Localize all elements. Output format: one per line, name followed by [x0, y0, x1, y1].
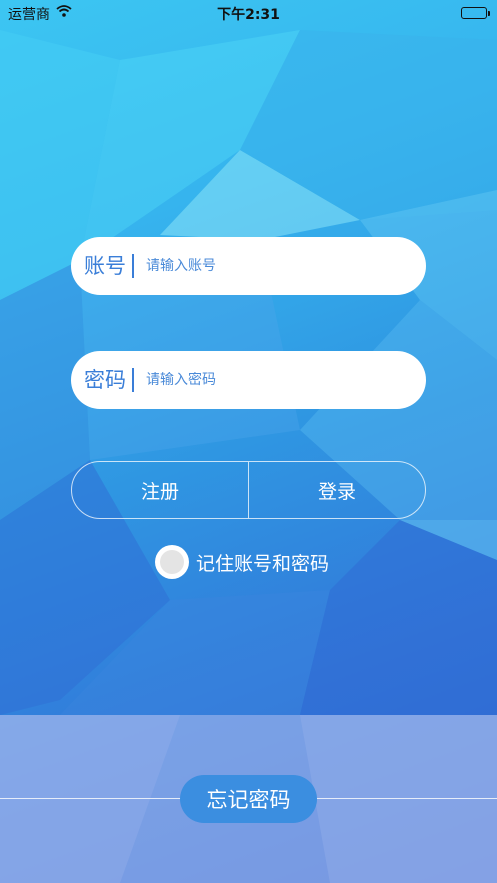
password-input[interactable]: [146, 372, 396, 388]
remember-checkbox[interactable]: [155, 545, 189, 579]
status-bar: 运营商 下午2:31: [0, 0, 497, 26]
remember-label: 记住账号和密码: [196, 552, 330, 575]
password-label: 密码: [84, 368, 134, 392]
account-field[interactable]: 账号: [71, 237, 426, 295]
register-button[interactable]: 注册: [72, 462, 248, 518]
account-label: 账号: [84, 254, 134, 278]
forgot-password-button[interactable]: 忘记密码: [180, 775, 317, 823]
clock: 下午2:31: [217, 7, 280, 23]
login-button[interactable]: 登录: [249, 462, 425, 518]
battery-icon: [461, 7, 490, 19]
account-input[interactable]: [146, 258, 396, 274]
remember-toggle[interactable]: 记住账号和密码: [155, 545, 329, 579]
action-buttons: 注册 登录: [71, 461, 426, 519]
password-field[interactable]: 密码: [71, 351, 426, 409]
